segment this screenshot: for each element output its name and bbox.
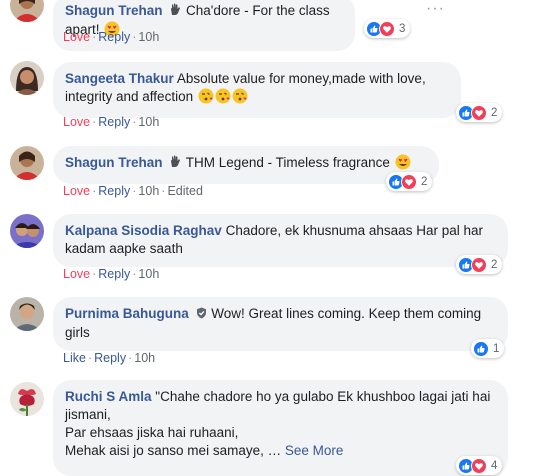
comment-bubble: Shagun Trehan THM Legend - Timeless frag…: [53, 146, 439, 184]
separator: ·: [132, 115, 137, 129]
love-reaction-icon: [471, 256, 487, 273]
avatar[interactable]: [10, 382, 44, 416]
comment-actions: Love · Reply · 10h: [63, 30, 159, 44]
separator: ·: [132, 267, 137, 281]
comment-author[interactable]: Ruchi S Amla: [65, 389, 152, 404]
timestamp[interactable]: 10h: [134, 351, 155, 365]
comment-text: THM Legend - Timeless fragrance: [185, 155, 390, 170]
reaction-count: 2: [491, 258, 498, 271]
reaction-summary[interactable]: 2: [456, 255, 503, 274]
love-reaction-icon: [471, 457, 487, 474]
comment-bubble: Kalpana Sisodia Raghav Chadore, ek khusn…: [53, 214, 508, 267]
comment-text-line-2: Par ehsaas jiska hai ruhaani,: [65, 425, 239, 440]
kissing-heart-emoji-icon: [232, 88, 248, 109]
reaction-summary[interactable]: 4: [456, 456, 503, 475]
reply-link[interactable]: Reply: [98, 267, 130, 281]
reaction-count: 3: [399, 22, 406, 35]
comment-author[interactable]: Sangeeta Thakur: [65, 71, 174, 86]
separator: ·: [92, 30, 97, 44]
comment-author[interactable]: Purnima Bahuguna: [65, 306, 189, 321]
avatar[interactable]: [10, 146, 44, 180]
reply-link[interactable]: Reply: [98, 115, 130, 129]
timestamp[interactable]: 10h: [138, 184, 159, 198]
more-options-icon[interactable]: ···: [426, 0, 445, 18]
separator: ·: [87, 351, 93, 365]
reply-link[interactable]: Reply: [94, 351, 126, 365]
comment-actions: Love · Reply · 10h: [63, 267, 159, 281]
avatar[interactable]: [10, 61, 44, 95]
waving-hand-icon: [169, 3, 181, 21]
comment-bubble: Purnima Bahuguna Wow! Great lines coming…: [53, 297, 508, 351]
comment-author[interactable]: Shagun Trehan: [65, 155, 163, 170]
reaction-count: 1: [493, 342, 500, 355]
separator: ·: [128, 351, 133, 365]
love-reaction-icon: [401, 173, 417, 190]
love-reaction-link[interactable]: Love: [63, 184, 90, 198]
comment-bubble: Ruchi S Amla "Chahe chadore ho ya gulabo…: [53, 380, 508, 476]
love-reaction-icon: [379, 20, 395, 37]
timestamp[interactable]: 10h: [138, 115, 159, 129]
avatar[interactable]: [10, 0, 44, 22]
comment-author[interactable]: Shagun Trehan: [65, 3, 163, 18]
avatar[interactable]: [10, 214, 44, 248]
avatar[interactable]: [10, 297, 44, 331]
comment-author[interactable]: Kalpana Sisodia Raghav: [65, 223, 222, 238]
love-reaction-link[interactable]: Love: [63, 267, 90, 281]
reply-link[interactable]: Reply: [98, 184, 130, 198]
reaction-summary[interactable]: 1: [471, 339, 505, 358]
kissing-heart-emoji-icon: [198, 88, 214, 109]
separator: ·: [92, 184, 97, 198]
love-reaction-link[interactable]: Love: [63, 30, 90, 44]
verified-shield-icon: [196, 306, 207, 324]
comment-actions: Love · Reply · 10h · Edited: [63, 184, 203, 198]
comment-actions: Love · Reply · 10h: [63, 115, 159, 129]
comment-actions: Like · Reply · 10h: [63, 351, 155, 365]
separator: ·: [132, 184, 137, 198]
reaction-count: 2: [421, 175, 428, 188]
reaction-summary[interactable]: 2: [386, 172, 433, 191]
separator: ·: [132, 30, 137, 44]
comment-text-line-3: Mehak aisi jo sanso mei samaye, …: [65, 443, 282, 458]
see-more-link[interactable]: See More: [285, 443, 344, 458]
reaction-summary[interactable]: 2: [456, 103, 503, 122]
separator: ·: [161, 184, 166, 198]
timestamp[interactable]: 10h: [138, 267, 159, 281]
waving-hand-icon: [169, 155, 181, 173]
edited-label[interactable]: Edited: [167, 184, 202, 198]
like-link[interactable]: Like: [63, 351, 86, 365]
kissing-heart-emoji-icon: [215, 88, 231, 109]
love-reaction-icon: [471, 104, 487, 121]
like-reaction-icon: [473, 340, 489, 357]
separator: ·: [92, 267, 97, 281]
comment-bubble: Sangeeta Thakur Absolute value for money…: [53, 62, 461, 118]
love-reaction-link[interactable]: Love: [63, 115, 90, 129]
reaction-count: 2: [491, 106, 498, 119]
separator: ·: [92, 115, 97, 129]
reply-link[interactable]: Reply: [98, 30, 130, 44]
timestamp[interactable]: 10h: [138, 30, 159, 44]
reaction-summary[interactable]: 3: [364, 19, 411, 38]
